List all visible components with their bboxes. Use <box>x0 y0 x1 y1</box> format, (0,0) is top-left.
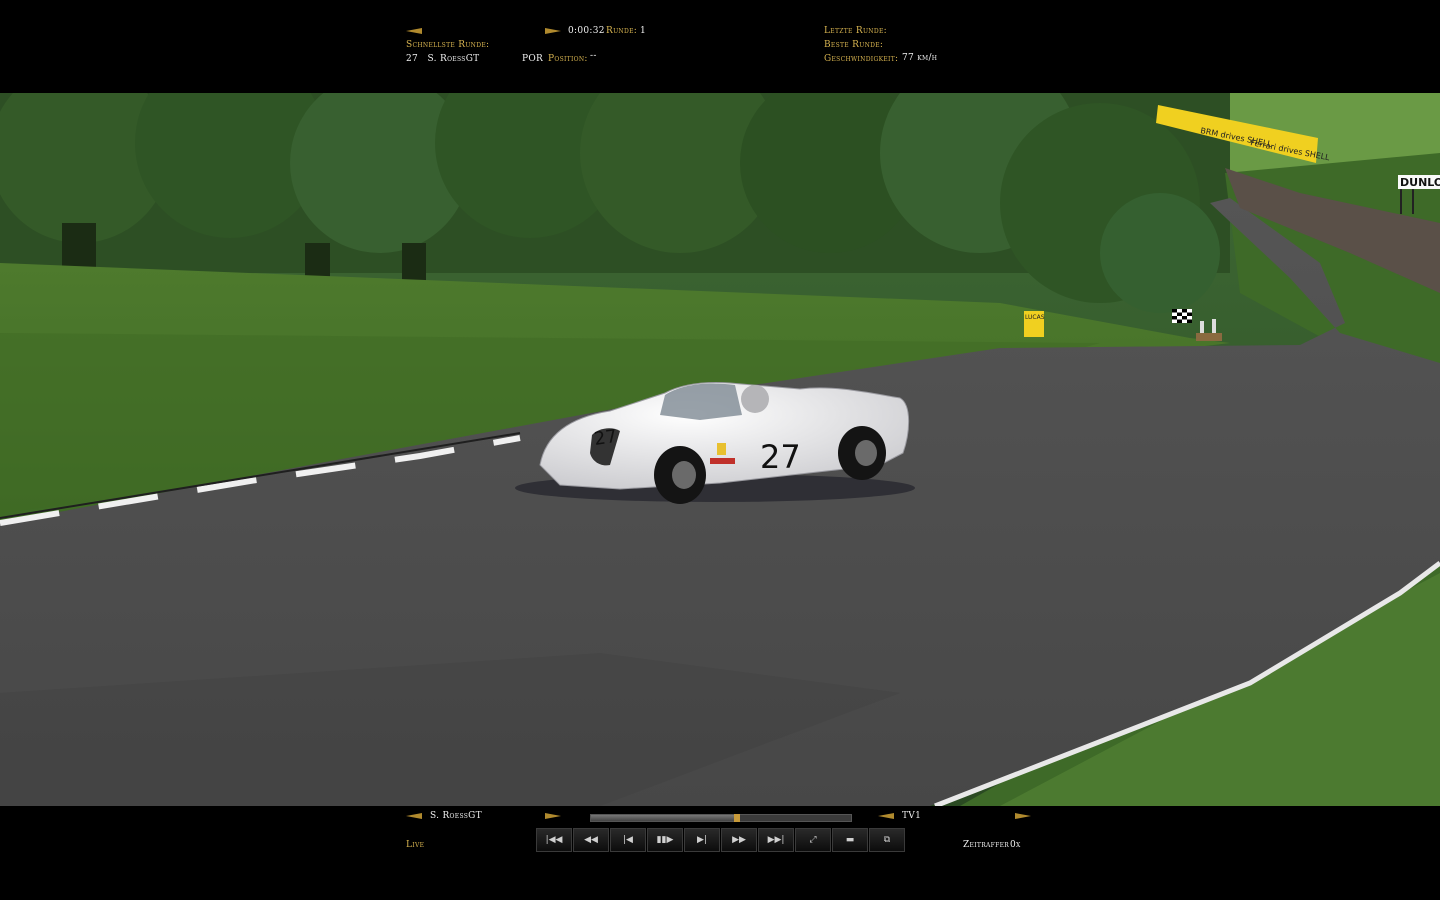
play-pause-icon: ▮▮▶ <box>656 835 674 845</box>
live-label[interactable]: Live <box>406 840 424 850</box>
driver-team: POR <box>522 54 544 64</box>
prev-camera-button-icon[interactable] <box>878 813 894 819</box>
folder-icon: ▬ <box>845 835 855 845</box>
session-time: 0:00:32 <box>568 26 605 36</box>
skip-to-start-button[interactable]: |◀◀ <box>536 828 572 852</box>
position-label: Position: <box>548 54 588 64</box>
rewind-icon: ◀◀ <box>584 835 598 845</box>
timer-arrow-icon[interactable] <box>545 28 561 34</box>
next-camera-button-icon[interactable] <box>1015 813 1031 819</box>
speed-label: Geschwindigkeit: <box>824 54 899 64</box>
camera-button[interactable]: ⤢ <box>795 828 831 852</box>
replay-progress-bar[interactable] <box>590 814 852 822</box>
skip-to-end-button[interactable]: ▶▶| <box>758 828 794 852</box>
lap-value: 1 <box>640 26 647 36</box>
prev-driver-button-icon[interactable] <box>406 813 422 819</box>
timelapse-label: Zeitraffer <box>963 840 1010 850</box>
window-button[interactable]: ⧉ <box>869 828 905 852</box>
step-forward-icon: ▶| <box>697 835 707 845</box>
skip-to-start-icon: |◀◀ <box>545 835 563 845</box>
next-driver-button-icon[interactable] <box>545 813 561 819</box>
timelapse-value: 0x <box>1010 840 1021 850</box>
replay-progress-fill <box>591 815 737 821</box>
speed-value: 77 km/h <box>902 53 938 63</box>
last-lap-label: Letzte Runde: <box>824 26 887 36</box>
camera-label: TV1 <box>902 811 922 821</box>
lap-label: Runde: <box>606 26 638 36</box>
lucas-sign-text: LUCAS <box>1025 314 1045 321</box>
top-hud: 0:00:32 Runde: 1 Schnellste Runde: 27 S.… <box>0 0 1440 93</box>
step-back-icon: |◀ <box>623 835 633 845</box>
fast-forward-button[interactable]: ▶▶ <box>721 828 757 852</box>
rewind-button[interactable]: ◀◀ <box>573 828 609 852</box>
car-number-side: 27 <box>760 438 801 476</box>
step-back-button[interactable]: |◀ <box>610 828 646 852</box>
race-scene: BRM drives SHELL Ferrari drives SHELL DU… <box>0 93 1440 806</box>
play-pause-button[interactable]: ▮▮▶ <box>647 828 683 852</box>
car-number-front: 27 <box>593 426 619 450</box>
prev-driver-arrow-icon[interactable] <box>406 28 422 34</box>
checkered-flag <box>1172 309 1192 323</box>
camera-icon: ⤢ <box>809 835 817 845</box>
selected-driver: S. RoessGT <box>430 811 482 821</box>
fast-forward-icon: ▶▶ <box>732 835 746 845</box>
replay-controls: |◀◀ ◀◀ |◀ ▮▮▶ ▶| ▶▶ ▶▶| ⤢ ▬ ⧉ <box>536 828 905 852</box>
replay-progress-knob[interactable] <box>733 814 740 822</box>
fastest-lap-driver: 27 S. RoessGT <box>406 54 480 64</box>
dunlop-sign-text: DUNLOP <box>1400 176 1440 189</box>
window-icon: ⧉ <box>883 835 891 845</box>
step-forward-button[interactable]: ▶| <box>684 828 720 852</box>
best-lap-label: Beste Runde: <box>824 40 884 50</box>
fastest-lap-label: Schnellste Runde: <box>406 40 490 50</box>
folder-button[interactable]: ▬ <box>832 828 868 852</box>
skip-to-end-icon: ▶▶| <box>767 835 785 845</box>
scene-illustration: BRM drives SHELL Ferrari drives SHELL DU… <box>0 93 1440 806</box>
position-value: -- <box>590 51 597 61</box>
